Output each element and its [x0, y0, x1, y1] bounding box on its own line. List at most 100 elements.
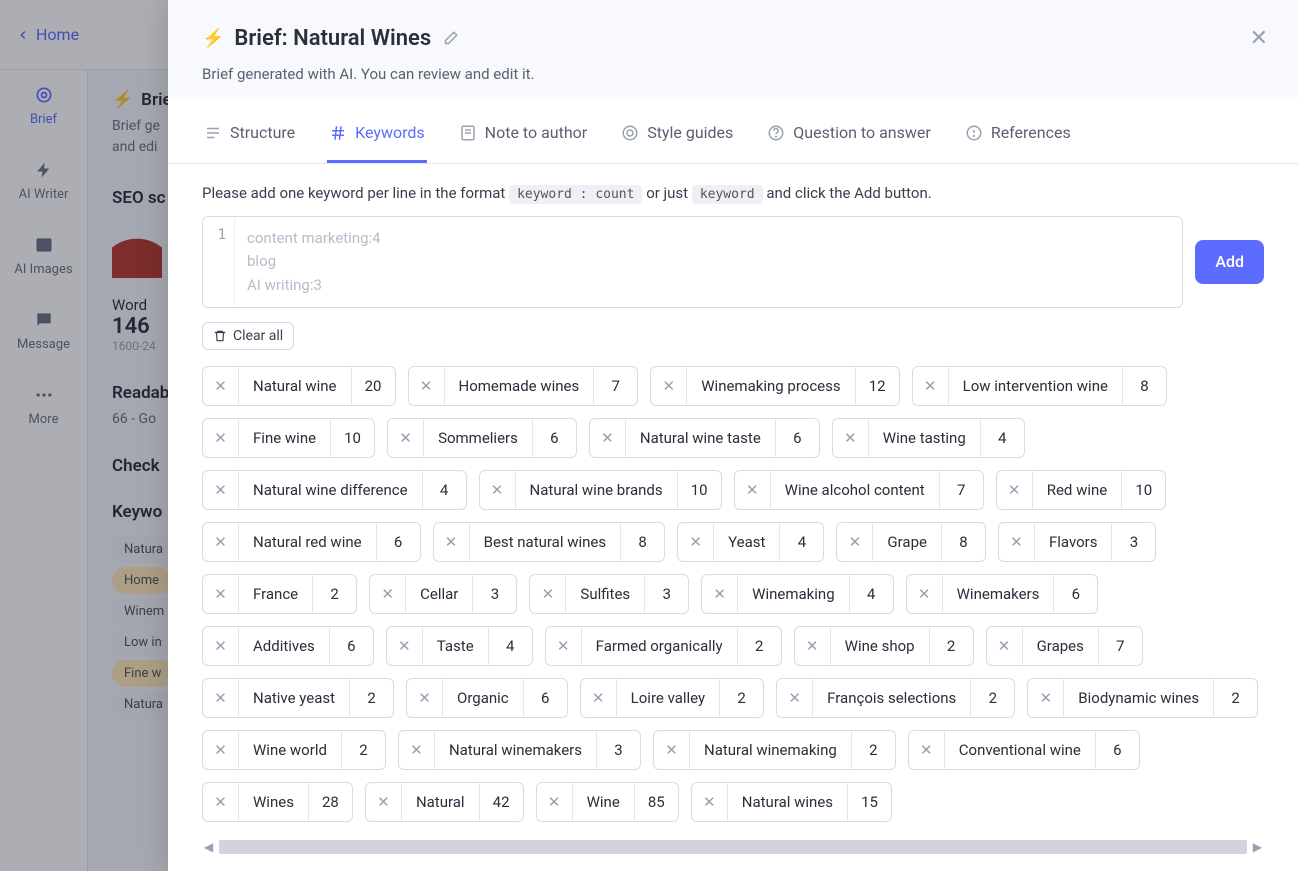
scrollbar-track[interactable] — [219, 840, 1247, 854]
keyword-count[interactable]: 42 — [479, 783, 523, 821]
keyword-count[interactable]: 3 — [596, 731, 640, 769]
remove-keyword-icon[interactable]: ✕ — [678, 523, 714, 561]
remove-keyword-icon[interactable]: ✕ — [203, 575, 239, 613]
remove-keyword-icon[interactable]: ✕ — [530, 575, 566, 613]
remove-keyword-icon[interactable]: ✕ — [366, 783, 402, 821]
tab-style-guides[interactable]: Style guides — [619, 105, 735, 163]
keyword-count[interactable]: 2 — [341, 731, 385, 769]
remove-keyword-icon[interactable]: ✕ — [987, 627, 1023, 665]
remove-keyword-icon[interactable]: ✕ — [480, 471, 516, 509]
keyword-count[interactable]: 2 — [929, 627, 973, 665]
keyword-chip: ✕Native yeast2 — [202, 678, 394, 718]
remove-keyword-icon[interactable]: ✕ — [407, 679, 443, 717]
remove-keyword-icon[interactable]: ✕ — [203, 627, 239, 665]
scroll-left-icon[interactable]: ◀ — [202, 840, 215, 854]
close-icon[interactable]: ✕ — [1250, 26, 1268, 51]
scroll-right-icon[interactable]: ▶ — [1251, 840, 1264, 854]
remove-keyword-icon[interactable]: ✕ — [833, 419, 869, 457]
horizontal-scrollbar[interactable]: ◀ ▶ — [202, 837, 1264, 857]
keyword-count[interactable]: 3 — [1111, 523, 1155, 561]
keyword-count[interactable]: 2 — [312, 575, 356, 613]
remove-keyword-icon[interactable]: ✕ — [370, 575, 406, 613]
keyword-label: Wine — [573, 783, 634, 821]
remove-keyword-icon[interactable]: ✕ — [203, 679, 239, 717]
remove-keyword-icon[interactable]: ✕ — [409, 367, 445, 405]
keyword-count[interactable]: 6 — [329, 627, 373, 665]
remove-keyword-icon[interactable]: ✕ — [913, 367, 949, 405]
tab-keywords[interactable]: Keywords — [327, 105, 427, 163]
keyword-count[interactable]: 8 — [941, 523, 985, 561]
keyword-count[interactable]: 2 — [1213, 679, 1257, 717]
tab-question-to-answer[interactable]: Question to answer — [765, 105, 933, 163]
clear-all-button[interactable]: Clear all — [202, 322, 294, 350]
remove-keyword-icon[interactable]: ✕ — [907, 575, 943, 613]
remove-keyword-icon[interactable]: ✕ — [434, 523, 470, 561]
keyword-count[interactable]: 8 — [620, 523, 664, 561]
remove-keyword-icon[interactable]: ✕ — [203, 731, 239, 769]
remove-keyword-icon[interactable]: ✕ — [203, 367, 239, 405]
edit-icon[interactable] — [441, 30, 459, 48]
keyword-count[interactable]: 2 — [349, 679, 393, 717]
keyword-count[interactable]: 3 — [644, 575, 688, 613]
keyword-count[interactable]: 4 — [779, 523, 823, 561]
keyword-count[interactable]: 6 — [1095, 731, 1139, 769]
keyword-count[interactable]: 4 — [422, 471, 466, 509]
keyword-count[interactable]: 4 — [488, 627, 532, 665]
remove-keyword-icon[interactable]: ✕ — [1028, 679, 1064, 717]
add-button[interactable]: Add — [1195, 240, 1264, 284]
remove-keyword-icon[interactable]: ✕ — [654, 731, 690, 769]
keyword-count[interactable]: 7 — [1098, 627, 1142, 665]
remove-keyword-icon[interactable]: ✕ — [203, 783, 239, 821]
tab-note-to-author[interactable]: Note to author — [457, 105, 590, 163]
remove-keyword-icon[interactable]: ✕ — [203, 523, 239, 561]
remove-keyword-icon[interactable]: ✕ — [590, 419, 626, 457]
remove-keyword-icon[interactable]: ✕ — [702, 575, 738, 613]
remove-keyword-icon[interactable]: ✕ — [399, 731, 435, 769]
keyword-count[interactable]: 3 — [472, 575, 516, 613]
remove-keyword-icon[interactable]: ✕ — [546, 627, 582, 665]
remove-keyword-icon[interactable]: ✕ — [999, 523, 1035, 561]
keyword-count[interactable]: 2 — [851, 731, 895, 769]
remove-keyword-icon[interactable]: ✕ — [735, 471, 771, 509]
keyword-chip: ✕Organic6 — [406, 678, 568, 718]
keyword-count[interactable]: 2 — [719, 679, 763, 717]
remove-keyword-icon[interactable]: ✕ — [203, 471, 239, 509]
keywords-editor[interactable]: 1 content marketing:4 blog AI writing:3 — [202, 216, 1183, 308]
keyword-count[interactable]: 85 — [634, 783, 678, 821]
remove-keyword-icon[interactable]: ✕ — [909, 731, 945, 769]
keyword-count[interactable]: 6 — [523, 679, 567, 717]
keyword-count[interactable]: 6 — [376, 523, 420, 561]
keyword-count[interactable]: 12 — [855, 367, 899, 405]
remove-keyword-icon[interactable]: ✕ — [837, 523, 873, 561]
keyword-count[interactable]: 7 — [939, 471, 983, 509]
keyword-count[interactable]: 6 — [1053, 575, 1097, 613]
keyword-count[interactable]: 6 — [775, 419, 819, 457]
remove-keyword-icon[interactable]: ✕ — [387, 627, 423, 665]
remove-keyword-icon[interactable]: ✕ — [997, 471, 1033, 509]
keyword-chip: ✕Farmed organically2 — [545, 626, 782, 666]
remove-keyword-icon[interactable]: ✕ — [537, 783, 573, 821]
keyword-count[interactable]: 7 — [593, 367, 637, 405]
tab-references[interactable]: References — [963, 105, 1073, 163]
keyword-count[interactable]: 4 — [980, 419, 1024, 457]
remove-keyword-icon[interactable]: ✕ — [581, 679, 617, 717]
keyword-count[interactable]: 10 — [677, 471, 721, 509]
keyword-label: Homemade wines — [445, 367, 594, 405]
keyword-count[interactable]: 28 — [308, 783, 352, 821]
tab-structure[interactable]: Structure — [202, 105, 297, 163]
keyword-count[interactable]: 10 — [1121, 471, 1165, 509]
keyword-count[interactable]: 15 — [847, 783, 891, 821]
keyword-count[interactable]: 20 — [351, 367, 395, 405]
remove-keyword-icon[interactable]: ✕ — [388, 419, 424, 457]
remove-keyword-icon[interactable]: ✕ — [692, 783, 728, 821]
keyword-count[interactable]: 10 — [330, 419, 374, 457]
remove-keyword-icon[interactable]: ✕ — [203, 419, 239, 457]
keyword-count[interactable]: 2 — [970, 679, 1014, 717]
remove-keyword-icon[interactable]: ✕ — [777, 679, 813, 717]
keyword-count[interactable]: 6 — [532, 419, 576, 457]
keyword-count[interactable]: 2 — [737, 627, 781, 665]
remove-keyword-icon[interactable]: ✕ — [795, 627, 831, 665]
keyword-count[interactable]: 4 — [849, 575, 893, 613]
remove-keyword-icon[interactable]: ✕ — [651, 367, 687, 405]
keyword-count[interactable]: 8 — [1122, 367, 1166, 405]
